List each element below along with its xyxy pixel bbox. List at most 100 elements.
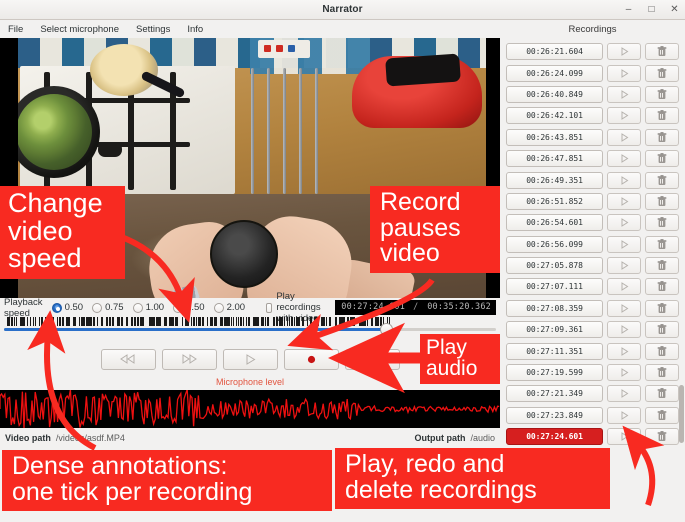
recording-delete-button[interactable] xyxy=(645,150,679,168)
recording-play-button[interactable] xyxy=(607,321,641,339)
rewind-button[interactable] xyxy=(100,348,156,370)
menu-settings[interactable]: Settings xyxy=(133,23,173,36)
table-row[interactable]: 00:26:56.099 xyxy=(500,234,685,255)
recording-delete-button[interactable] xyxy=(645,342,679,360)
recording-timestamp[interactable]: 00:26:47.851 xyxy=(506,150,603,168)
recording-delete-button[interactable] xyxy=(645,235,679,253)
close-icon[interactable]: ✕ xyxy=(668,4,681,17)
table-row[interactable]: 00:26:42.101 xyxy=(500,105,685,126)
play-button[interactable] xyxy=(222,348,278,370)
recording-play-button[interactable] xyxy=(607,192,641,210)
table-row[interactable]: 00:26:24.099 xyxy=(500,62,685,83)
recording-play-button[interactable] xyxy=(607,107,641,125)
table-row[interactable]: 00:27:19.599 xyxy=(500,362,685,383)
table-row[interactable]: 00:27:24.601 xyxy=(500,426,685,447)
recording-delete-button[interactable] xyxy=(645,214,679,232)
table-row[interactable]: 00:27:08.359 xyxy=(500,298,685,319)
speed-radio-0.50[interactable]: 0.50 xyxy=(51,302,83,313)
menu-info[interactable]: Info xyxy=(184,23,206,36)
recording-timestamp[interactable]: 00:26:43.851 xyxy=(506,128,603,146)
recording-timestamp[interactable]: 00:27:21.349 xyxy=(506,385,603,403)
table-row[interactable]: 00:26:54.601 xyxy=(500,212,685,233)
recording-play-button[interactable] xyxy=(607,428,641,446)
recording-play-button[interactable] xyxy=(607,235,641,253)
table-row[interactable]: 00:26:51.852 xyxy=(500,191,685,212)
recording-delete-button[interactable] xyxy=(645,128,679,146)
record-button[interactable] xyxy=(283,348,339,370)
recording-timestamp[interactable]: 00:26:40.849 xyxy=(506,85,603,103)
table-row[interactable]: 00:27:23.849 xyxy=(500,405,685,426)
recording-play-button[interactable] xyxy=(607,171,641,189)
speed-radio-1.00[interactable]: 1.00 xyxy=(132,302,164,313)
recording-timestamp[interactable]: 00:27:19.599 xyxy=(506,364,603,382)
recording-delete-button[interactable] xyxy=(645,321,679,339)
recording-delete-button[interactable] xyxy=(645,107,679,125)
recording-delete-button[interactable] xyxy=(645,171,679,189)
recording-delete-button[interactable] xyxy=(645,385,679,403)
speed-radio-2.00[interactable]: 2.00 xyxy=(213,302,245,313)
recording-delete-button[interactable] xyxy=(645,278,679,296)
speed-radio-0.75[interactable]: 0.75 xyxy=(92,302,124,313)
recording-timestamp[interactable]: 00:27:05.878 xyxy=(506,257,603,275)
recording-timestamp[interactable]: 00:26:54.601 xyxy=(506,214,603,232)
recording-delete-button[interactable] xyxy=(645,85,679,103)
recording-play-button[interactable] xyxy=(607,364,641,382)
seek-handle[interactable] xyxy=(379,323,393,336)
recording-play-button[interactable] xyxy=(607,257,641,275)
minimize-icon[interactable]: – xyxy=(622,4,635,17)
recording-play-button[interactable] xyxy=(607,85,641,103)
recording-timestamp[interactable]: 00:27:09.361 xyxy=(506,321,603,339)
recording-play-button[interactable] xyxy=(607,278,641,296)
table-row[interactable]: 00:26:49.351 xyxy=(500,169,685,190)
table-row[interactable]: 00:26:40.849 xyxy=(500,84,685,105)
table-row[interactable]: 00:27:11.351 xyxy=(500,340,685,361)
recording-delete-button[interactable] xyxy=(645,257,679,275)
table-row[interactable]: 00:27:07.111 xyxy=(500,276,685,297)
recording-play-button[interactable] xyxy=(607,128,641,146)
recordings-list[interactable]: 00:26:21.604 00:26:24.099 00:26:40.849 00:2… xyxy=(500,38,685,448)
speed-radio-1.50[interactable]: 1.50 xyxy=(173,302,205,313)
recordings-scrollbar-thumb[interactable] xyxy=(679,385,684,443)
recording-delete-button[interactable] xyxy=(645,299,679,317)
output-path-value[interactable]: /audio xyxy=(470,433,495,443)
menu-file[interactable]: File xyxy=(5,23,26,36)
recording-timestamp[interactable]: 00:27:08.359 xyxy=(506,299,603,317)
recording-play-button[interactable] xyxy=(607,342,641,360)
table-row[interactable]: 00:26:21.604 xyxy=(500,41,685,62)
play-audio-button[interactable] xyxy=(344,348,400,370)
video-path-value[interactable]: /videos/asdf.MP4 xyxy=(56,433,125,443)
recording-timestamp[interactable]: 00:27:24.601 xyxy=(506,428,603,446)
seek-track[interactable] xyxy=(4,328,496,331)
recording-timestamp[interactable]: 00:27:23.849 xyxy=(506,406,603,424)
table-row[interactable]: 00:27:05.878 xyxy=(500,255,685,276)
fast-forward-button[interactable] xyxy=(161,348,217,370)
menu-select-microphone[interactable]: Select microphone xyxy=(37,23,122,36)
recording-play-button[interactable] xyxy=(607,43,641,61)
recording-delete-button[interactable] xyxy=(645,428,679,446)
recording-timestamp[interactable]: 00:26:42.101 xyxy=(506,107,603,125)
recording-play-button[interactable] xyxy=(607,214,641,232)
recording-timestamp[interactable]: 00:27:07.111 xyxy=(506,278,603,296)
recording-timestamp[interactable]: 00:26:51.852 xyxy=(506,192,603,210)
table-row[interactable]: 00:27:21.349 xyxy=(500,383,685,404)
recording-delete-button[interactable] xyxy=(645,43,679,61)
recording-delete-button[interactable] xyxy=(645,64,679,82)
recording-timestamp[interactable]: 00:26:24.099 xyxy=(506,64,603,82)
recording-delete-button[interactable] xyxy=(645,192,679,210)
recording-play-button[interactable] xyxy=(607,406,641,424)
recording-timestamp[interactable]: 00:27:11.351 xyxy=(506,342,603,360)
table-row[interactable]: 00:27:09.361 xyxy=(500,319,685,340)
seek-bar-area[interactable] xyxy=(0,317,500,336)
table-row[interactable]: 00:26:43.851 xyxy=(500,127,685,148)
recording-timestamp[interactable]: 00:26:56.099 xyxy=(506,235,603,253)
maximize-icon[interactable]: □ xyxy=(645,4,658,17)
table-row[interactable]: 00:26:47.851 xyxy=(500,148,685,169)
recording-play-button[interactable] xyxy=(607,64,641,82)
recording-delete-button[interactable] xyxy=(645,406,679,424)
recording-play-button[interactable] xyxy=(607,299,641,317)
recording-play-button[interactable] xyxy=(607,385,641,403)
recording-play-button[interactable] xyxy=(607,150,641,168)
recording-delete-button[interactable] xyxy=(645,364,679,382)
recording-timestamp[interactable]: 00:26:21.604 xyxy=(506,43,603,61)
recording-timestamp[interactable]: 00:26:49.351 xyxy=(506,171,603,189)
